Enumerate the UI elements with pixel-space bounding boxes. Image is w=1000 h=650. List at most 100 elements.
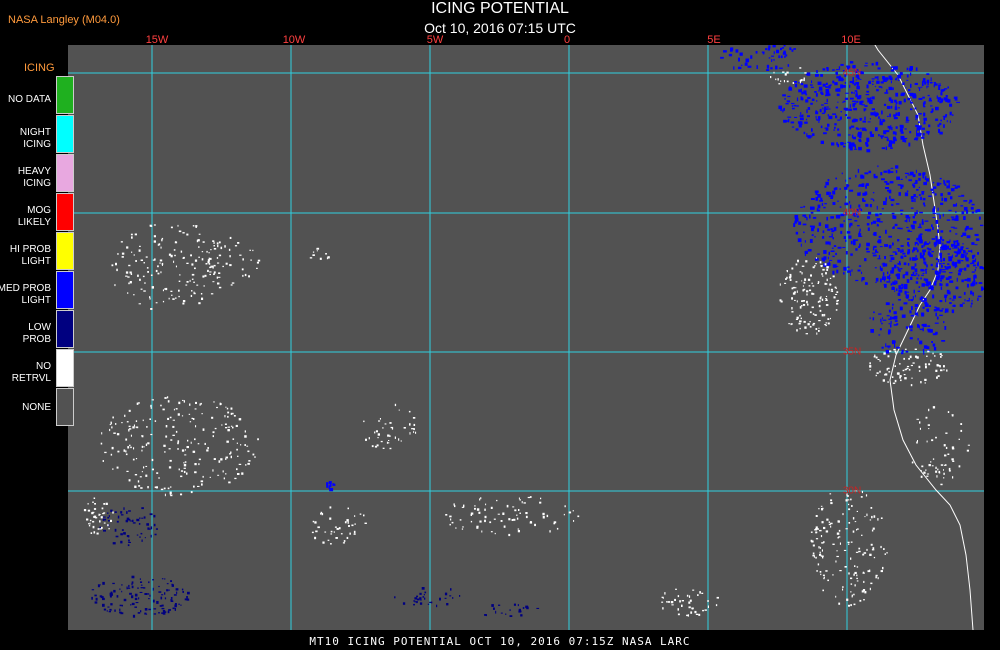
cloud-pixel (970, 290, 973, 295)
cloud-pixel (922, 349, 925, 352)
cloud-pixel (935, 470, 938, 473)
cloud-pixel (828, 521, 830, 524)
cloud-pixel (191, 278, 194, 280)
cloud-pixel (935, 220, 939, 224)
cloud-pixel (825, 272, 827, 275)
cloud-pixel (398, 438, 400, 441)
cloud-pixel (923, 117, 927, 121)
cloud-pixel (158, 585, 160, 588)
cloud-pixel (812, 206, 815, 210)
cloud-pixel (948, 467, 951, 471)
cloud-pixel (847, 141, 851, 143)
cloud-pixel (920, 381, 922, 384)
cloud-pixel (720, 56, 724, 59)
cloud-pixel (980, 224, 984, 227)
cloud-pixel (248, 275, 250, 278)
cloud-pixel (213, 273, 215, 275)
cloud-pixel (966, 235, 971, 239)
icing-map[interactable] (68, 45, 984, 630)
cloud-pixel (946, 369, 948, 372)
cloud-pixel (888, 235, 892, 238)
cloud-pixel (848, 235, 852, 239)
cloud-pixel (917, 125, 922, 128)
cloud-pixel (793, 48, 796, 50)
cloud-pixel (932, 226, 934, 230)
cloud-pixel (952, 247, 954, 249)
cloud-pixel (145, 465, 148, 467)
cloud-pixel (826, 278, 828, 282)
cloud-pixel (872, 252, 876, 254)
cloud-pixel (845, 179, 847, 182)
cloud-pixel (848, 508, 851, 511)
cloud-pixel (819, 261, 822, 264)
cloud-pixel (180, 493, 183, 496)
cloud-pixel (192, 450, 196, 453)
cloud-pixel (198, 463, 200, 466)
cloud-pixel (139, 517, 141, 519)
cloud-pixel (888, 323, 891, 325)
cloud-pixel (807, 115, 810, 118)
cloud-pixel (89, 519, 92, 522)
cloud-pixel (491, 604, 494, 607)
cloud-pixel (910, 384, 913, 387)
cloud-pixel (898, 192, 901, 196)
cloud-pixel (782, 94, 786, 97)
cloud-pixel (824, 313, 826, 317)
cloud-pixel (945, 98, 949, 103)
cloud-pixel (886, 345, 891, 348)
cloud-pixel (133, 424, 135, 427)
cloud-pixel (148, 581, 150, 584)
cloud-pixel (897, 184, 902, 186)
cloud-pixel (882, 379, 885, 382)
cloud-pixel (931, 465, 934, 467)
cloud-pixel (786, 276, 788, 279)
cloud-pixel (958, 296, 962, 298)
cloud-pixel (828, 288, 830, 291)
cloud-pixel (978, 282, 983, 284)
cloud-pixel (811, 133, 815, 136)
cloud-pixel (939, 365, 941, 368)
cloud-pixel (183, 467, 186, 469)
cloud-pixel (474, 505, 476, 507)
cloud-pixel (850, 125, 855, 128)
cloud-pixel (330, 533, 333, 535)
legend-item-heavy-icing: HEAVY ICING (0, 154, 76, 193)
cloud-pixel (805, 73, 808, 76)
cloud-pixel (908, 299, 912, 301)
cloud-pixel (939, 255, 942, 259)
cloud-pixel (908, 89, 911, 92)
cloud-pixel (810, 198, 815, 200)
cloud-pixel (824, 263, 827, 266)
cloud-pixel (805, 99, 809, 103)
cloud-pixel (908, 142, 911, 147)
cloud-pixel (935, 276, 940, 281)
cloud-pixel (850, 97, 854, 100)
cloud-pixel (810, 86, 814, 88)
cloud-pixel (872, 317, 875, 321)
cloud-pixel (886, 368, 888, 371)
cloud-pixel (773, 51, 775, 55)
cloud-pixel (128, 264, 131, 267)
cloud-pixel (151, 286, 154, 289)
cloud-pixel (914, 268, 918, 273)
cloud-pixel (951, 309, 955, 314)
cloud-pixel (173, 260, 175, 263)
cloud-pixel (147, 486, 149, 489)
cloud-pixel (973, 275, 977, 279)
cloud-pixel (192, 418, 195, 420)
cloud-pixel (738, 57, 740, 62)
cloud-pixel (129, 444, 131, 447)
cloud-pixel (852, 530, 855, 533)
cloud-pixel (157, 272, 160, 275)
legend-item-hi-prob-light: HI PROB LIGHT (0, 232, 76, 271)
cloud-pixel (791, 307, 793, 310)
cloud-pixel (96, 532, 99, 535)
cloud-pixel (884, 136, 889, 138)
cloud-pixel (230, 284, 233, 286)
cloud-pixel (950, 188, 955, 192)
cloud-pixel (825, 88, 829, 93)
cloud-pixel (800, 305, 803, 307)
cloud-pixel (877, 577, 879, 580)
cloud-pixel (415, 431, 417, 434)
cloud-pixel (882, 566, 884, 570)
